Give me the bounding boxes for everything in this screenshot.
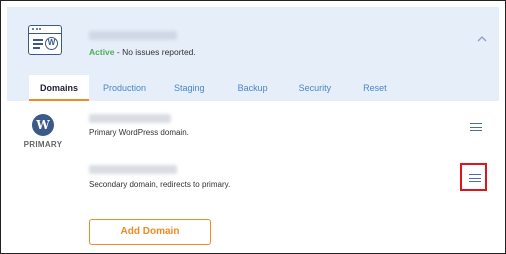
tab-production[interactable]: Production [103,75,146,101]
primary-label: PRIMARY [23,140,63,149]
status-active-label: Active [89,47,115,57]
site-header: W Active - No issues reported. Domains P… [7,7,499,101]
site-status: Active - No issues reported. [89,47,196,57]
highlight-box [460,163,487,191]
tab-staging[interactable]: Staging [174,75,205,101]
site-name-redacted [89,31,177,40]
wordpress-logo-icon: W [32,114,54,136]
collapse-chevron-up-icon[interactable] [477,35,487,45]
primary-domain-redacted [89,114,171,123]
primary-badge: W PRIMARY [23,114,63,149]
add-domain-button[interactable]: Add Domain [89,219,211,245]
tab-security[interactable]: Security [299,75,332,101]
status-message: - No issues reported. [114,47,196,57]
secondary-domain-redacted [89,165,177,174]
site-tabs: Domains Production Staging Backup Securi… [29,75,387,101]
primary-domain-description: Primary WordPress domain. [89,128,189,137]
tab-domains[interactable]: Domains [29,75,89,101]
secondary-domain-description: Secondary domain, redirects to primary. [89,180,231,189]
wordpress-site-icon: W [28,25,62,55]
tab-reset[interactable]: Reset [363,75,387,101]
primary-domain-menu-icon[interactable] [470,122,484,132]
tab-backup[interactable]: Backup [238,75,268,101]
domains-panel: W Active - No issues reported. Domains P… [0,0,506,254]
